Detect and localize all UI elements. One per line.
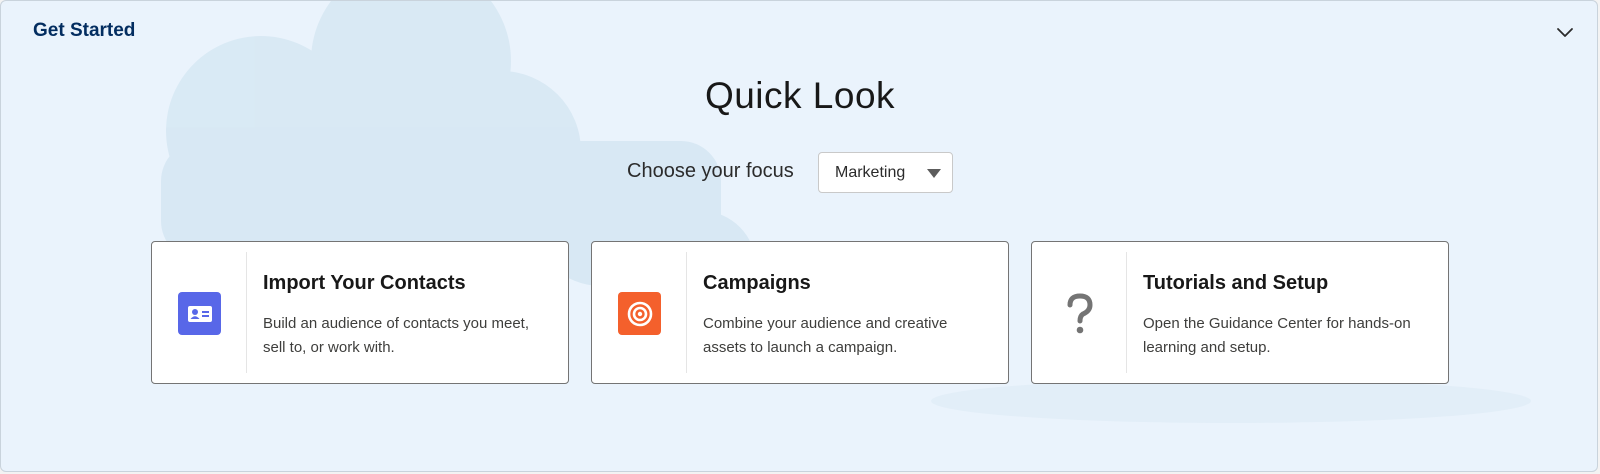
card-title: Import Your Contacts — [263, 272, 466, 294]
card-description: Open the Guidance Center for hands-on le… — [1143, 315, 1411, 356]
focus-label: Choose your focus — [627, 160, 794, 182]
card-description: Build an audience of contacts you meet, … — [263, 315, 530, 356]
card-divider — [1126, 252, 1127, 373]
card-divider — [246, 252, 247, 373]
card-title: Campaigns — [703, 272, 811, 294]
get-started-panel: Get Started Quick Look Choose your focus… — [0, 0, 1598, 472]
contact-card-icon — [178, 292, 221, 335]
import-contacts-card[interactable]: Import Your Contacts Build an audience o… — [151, 241, 569, 384]
card-title: Tutorials and Setup — [1143, 272, 1329, 294]
caret-down-icon — [927, 169, 941, 178]
question-mark-icon — [1058, 292, 1101, 335]
collapse-button[interactable] — [1553, 21, 1577, 45]
card-description: Combine your audience and creative asset… — [703, 315, 948, 356]
panel-title: Get Started — [33, 20, 136, 41]
focus-select[interactable]: Marketing — [818, 152, 953, 193]
card-divider — [686, 252, 687, 373]
page-title: Quick Look — [704, 75, 896, 116]
target-icon — [618, 292, 661, 335]
focus-selected-value: Marketing — [835, 164, 906, 181]
chevron-down-icon — [1557, 28, 1573, 37]
cloud-illustration — [161, 1, 1531, 423]
campaigns-card[interactable]: Campaigns Combine your audience and crea… — [591, 241, 1009, 384]
tutorials-setup-card[interactable]: Tutorials and Setup Open the Guidance Ce… — [1031, 241, 1449, 384]
